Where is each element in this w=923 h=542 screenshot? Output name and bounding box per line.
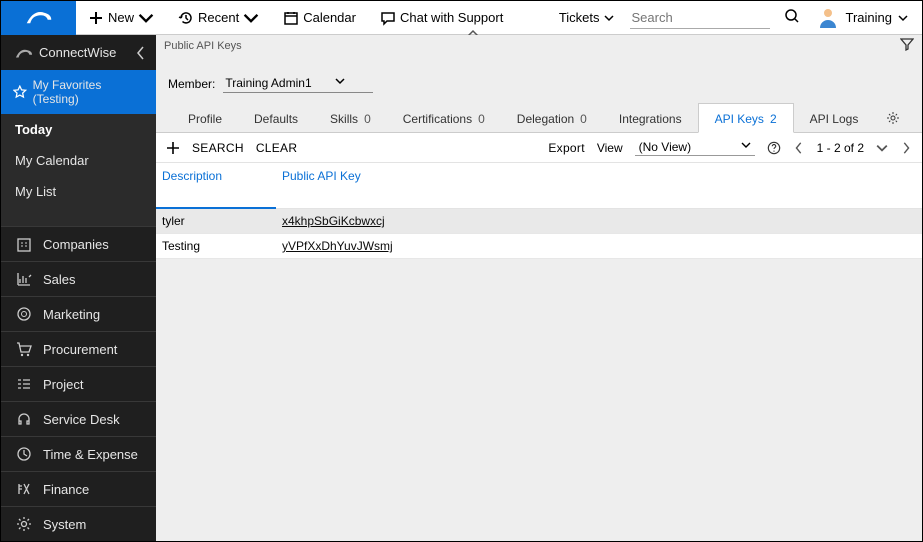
sidebar-item-companies[interactable]: Companies bbox=[1, 226, 156, 261]
calendar-label: Calendar bbox=[303, 10, 356, 25]
col-description[interactable]: Description bbox=[156, 163, 276, 209]
member-row: Member: Training Admin1 bbox=[156, 56, 922, 99]
chat-label: Chat with Support bbox=[400, 10, 503, 25]
tab-defaults[interactable]: Defaults bbox=[238, 104, 314, 132]
add-button[interactable] bbox=[166, 141, 180, 155]
calendar-button[interactable]: Calendar bbox=[271, 1, 368, 35]
user-menu[interactable]: Training bbox=[806, 6, 922, 30]
brand-icon bbox=[15, 46, 33, 60]
filter-icon[interactable] bbox=[900, 37, 914, 54]
sidebar-item-mycalendar[interactable]: My Calendar bbox=[1, 145, 156, 176]
list-icon bbox=[15, 375, 33, 393]
view-value: (No View) bbox=[639, 140, 691, 154]
sidebar-header[interactable]: ConnectWise bbox=[1, 35, 156, 70]
star-icon bbox=[13, 85, 27, 99]
favorites-label: My Favorites (Testing) bbox=[33, 78, 148, 106]
breadcrumb: Public API Keys bbox=[164, 40, 242, 52]
chevron-down-icon bbox=[138, 10, 154, 26]
tab-apikeys[interactable]: API Keys2 bbox=[698, 103, 794, 133]
tab-integrations[interactable]: Integrations bbox=[603, 104, 698, 132]
plus-icon bbox=[88, 10, 104, 26]
finance-icon bbox=[15, 480, 33, 498]
recent-button[interactable]: Recent bbox=[166, 1, 271, 35]
chevron-down-icon[interactable] bbox=[876, 142, 888, 154]
member-value: Training Admin1 bbox=[225, 76, 311, 90]
main: Public API Keys Member: Training Admin1 … bbox=[156, 35, 922, 541]
headset-icon bbox=[15, 410, 33, 428]
topbar: New Recent Calendar Chat with Support Ti… bbox=[1, 1, 922, 35]
user-label: Training bbox=[846, 10, 892, 25]
view-select[interactable]: (No View) bbox=[635, 139, 755, 156]
chevron-down-icon bbox=[898, 13, 908, 23]
chart-icon bbox=[15, 270, 33, 288]
tab-certifications[interactable]: Certifications0 bbox=[387, 104, 501, 132]
member-select[interactable]: Training Admin1 bbox=[223, 74, 373, 93]
clock-icon bbox=[15, 445, 33, 463]
search-input[interactable] bbox=[630, 7, 770, 28]
sidebar-item-servicedesk[interactable]: Service Desk bbox=[1, 401, 156, 436]
sidebar-item-finance[interactable]: Finance bbox=[1, 471, 156, 506]
tab-skills[interactable]: Skills0 bbox=[314, 104, 387, 132]
sidebar-favorites[interactable]: My Favorites (Testing) bbox=[1, 70, 156, 114]
sidebar-item-mylist[interactable]: My List bbox=[1, 176, 156, 207]
gear-icon[interactable] bbox=[886, 111, 900, 125]
sidebar-item-time[interactable]: Time & Expense bbox=[1, 436, 156, 471]
cart-icon bbox=[15, 340, 33, 358]
chat-button[interactable]: Chat with Support bbox=[368, 1, 515, 35]
sidebar-item-sales[interactable]: Sales bbox=[1, 261, 156, 296]
history-icon bbox=[178, 10, 194, 26]
view-label: View bbox=[597, 141, 623, 155]
sidebar-item-today[interactable]: Today bbox=[1, 114, 156, 145]
next-page[interactable] bbox=[900, 142, 912, 154]
sidebar-item-marketing[interactable]: Marketing bbox=[1, 296, 156, 331]
search-icon[interactable] bbox=[778, 8, 806, 27]
sidebar: ConnectWise My Favorites (Testing) Today… bbox=[1, 35, 156, 541]
calendar-icon bbox=[283, 10, 299, 26]
export-button[interactable]: Export bbox=[548, 141, 584, 155]
recent-label: Recent bbox=[198, 10, 239, 25]
logo[interactable] bbox=[1, 1, 76, 35]
new-label: New bbox=[108, 10, 134, 25]
chevron-down-icon bbox=[741, 140, 751, 150]
sidebar-item-project[interactable]: Project bbox=[1, 366, 156, 401]
cell-description: tyler bbox=[156, 209, 276, 233]
chevron-down-icon bbox=[335, 76, 345, 86]
toolbar: SEARCH CLEAR Export View (No View) 1 - 2… bbox=[156, 133, 922, 163]
new-button[interactable]: New bbox=[76, 1, 166, 35]
table-row[interactable]: Testing yVPfXxDhYuvJWsmj bbox=[156, 234, 922, 259]
col-publicapikey[interactable]: Public API Key bbox=[276, 163, 476, 208]
building-icon bbox=[15, 235, 33, 253]
sidebar-item-system[interactable]: System bbox=[1, 506, 156, 541]
avatar-icon bbox=[816, 6, 840, 30]
column-headers: Description Public API Key bbox=[156, 163, 922, 209]
cell-apikey[interactable]: x4khpSbGiKcbwxcj bbox=[276, 209, 476, 233]
tab-delegation[interactable]: Delegation0 bbox=[501, 104, 603, 132]
chat-icon bbox=[380, 10, 396, 26]
cell-description: Testing bbox=[156, 234, 276, 258]
gear-icon bbox=[15, 515, 33, 533]
cell-apikey[interactable]: yVPfXxDhYuvJWsmj bbox=[276, 234, 476, 258]
search-button[interactable]: SEARCH bbox=[192, 141, 244, 155]
chevron-down-icon bbox=[243, 10, 259, 26]
prev-page[interactable] bbox=[793, 142, 805, 154]
sidebar-item-procurement[interactable]: Procurement bbox=[1, 331, 156, 366]
clear-button[interactable]: CLEAR bbox=[256, 141, 298, 155]
chevron-down-icon bbox=[604, 13, 614, 23]
brand-label: ConnectWise bbox=[39, 45, 116, 60]
tickets-label: Tickets bbox=[559, 10, 600, 25]
target-icon bbox=[15, 305, 33, 323]
search-wrap bbox=[630, 7, 770, 29]
member-label: Member: bbox=[168, 77, 215, 91]
tab-apilogs[interactable]: API Logs bbox=[794, 104, 875, 132]
help-icon[interactable] bbox=[767, 141, 781, 155]
table-row[interactable]: tyler x4khpSbGiKcbwxcj bbox=[156, 209, 922, 234]
tickets-dropdown[interactable]: Tickets bbox=[551, 10, 622, 25]
tab-profile[interactable]: Profile bbox=[172, 104, 238, 132]
chevron-left-icon[interactable] bbox=[136, 46, 146, 60]
pagination: 1 - 2 of 2 bbox=[817, 141, 864, 155]
tabs: Profile Defaults Skills0 Certifications0… bbox=[156, 99, 922, 133]
breadcrumb-row: Public API Keys bbox=[156, 35, 922, 56]
